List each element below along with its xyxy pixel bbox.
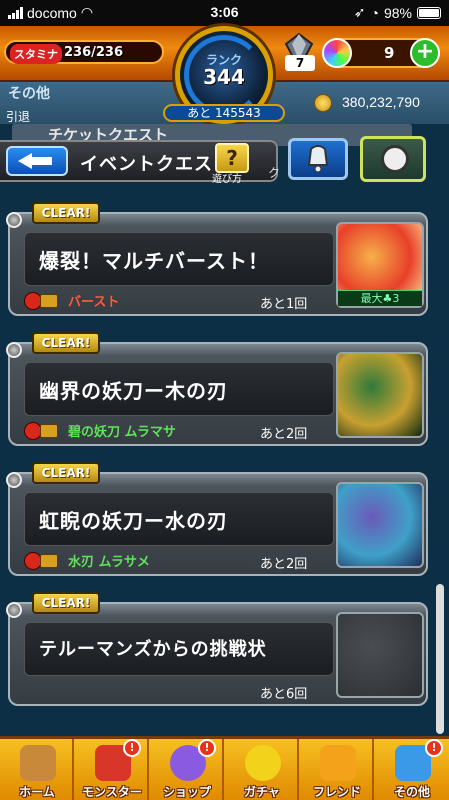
- boss-name: 水刃 ムラサメ: [68, 555, 150, 570]
- monster-portrait: [336, 482, 424, 568]
- nav-label: その他: [393, 785, 430, 799]
- quest-list: CLEAR! 爆裂！マルチバースト！ バースト あと1回 最大♣3 CLEAR!…: [0, 190, 449, 730]
- treasure-chest-icon: [40, 424, 58, 438]
- nav-other[interactable]: ! その他: [375, 739, 449, 800]
- nav-shop[interactable]: ! ショップ: [150, 739, 224, 800]
- battery-percent: 98%: [383, 4, 412, 21]
- clear-badge: CLEAR!: [32, 592, 100, 614]
- timer-button[interactable]: [360, 136, 426, 182]
- friend-icon: [320, 745, 356, 781]
- orb-count: 9: [384, 44, 395, 62]
- nav-gacha[interactable]: ガチャ: [225, 739, 299, 800]
- battery-icon: [417, 6, 441, 19]
- boss-name: 碧の妖刀 ムラマサ: [68, 425, 176, 440]
- quest-name-box: 幽界の妖刀ー木の刃: [24, 362, 334, 416]
- orb-box: 9 +: [322, 38, 440, 68]
- bell-icon: [307, 145, 329, 173]
- add-orb-button[interactable]: +: [410, 38, 440, 68]
- rank-value: 344: [203, 65, 245, 89]
- scrollbar[interactable]: [436, 584, 444, 734]
- gacha-icon: [245, 745, 281, 781]
- nav-label: ショップ: [162, 785, 211, 799]
- nav-monster[interactable]: ! モンスター: [75, 739, 149, 800]
- quest-name: 幽界の妖刀ー木の刃: [39, 379, 228, 403]
- quest-name: テルーマンズからの挑戦状: [39, 639, 267, 660]
- bottom-nav: ホーム ! モンスター ! ショップ ガチャ フレンド ! その他: [0, 736, 449, 800]
- quest-icons: [24, 292, 64, 310]
- quest-icons: [24, 552, 64, 570]
- stamina-value: 236/236: [64, 45, 124, 60]
- clear-badge: CLEAR!: [32, 332, 100, 354]
- clock-icon: [381, 145, 409, 173]
- stamina-box: スタミナ 236/236: [4, 40, 164, 64]
- remaining-count: あと2回: [260, 427, 308, 442]
- quest-name-box: テルーマンズからの挑戦状: [24, 622, 334, 676]
- nav-home[interactable]: ホーム: [0, 739, 74, 800]
- pin-icon: [6, 602, 22, 618]
- alert-badge: !: [123, 739, 141, 757]
- retire-label: 引退: [6, 110, 31, 124]
- pin-icon: [6, 342, 22, 358]
- hidden-label: ク: [268, 166, 281, 180]
- pin-icon: [6, 212, 22, 228]
- nav-label: ガチャ: [244, 785, 280, 799]
- treasure-chest-icon: [40, 554, 58, 568]
- coin-icon: [314, 94, 332, 112]
- quest-name: 虹睨の妖刀ー水の刃: [39, 509, 228, 533]
- clear-badge: CLEAR!: [32, 202, 100, 224]
- orientation-lock-icon: ◔: [370, 4, 379, 21]
- pin-icon: [6, 472, 22, 488]
- treasure-chest-icon: [40, 294, 58, 308]
- alert-badge: !: [198, 739, 216, 757]
- home-icon: [20, 745, 56, 781]
- page-title: イベントクエスト: [80, 154, 232, 175]
- orb-icon: [322, 38, 352, 68]
- notification-bell-button[interactable]: [288, 138, 348, 180]
- monster-portrait: [336, 352, 424, 438]
- quest-card[interactable]: CLEAR! テルーマンズからの挑戦状 あと6回: [6, 592, 428, 706]
- back-button[interactable]: [6, 146, 68, 176]
- nav-label: フレンド: [312, 785, 361, 799]
- nav-label: モンスター: [82, 785, 142, 799]
- location-icon: ➶: [353, 4, 366, 20]
- locked-portrait: [336, 612, 424, 698]
- quest-name-box: 虹睨の妖刀ー水の刃: [24, 492, 334, 546]
- coin-value: 380,232,790: [342, 94, 420, 110]
- remaining-count: あと6回: [260, 687, 308, 702]
- max-badge: 最大♣3: [338, 290, 422, 306]
- quest-name: 爆裂！マルチバースト！: [39, 249, 269, 273]
- boss-name: バースト: [68, 295, 120, 310]
- quest-card[interactable]: CLEAR! 幽界の妖刀ー木の刃 碧の妖刀 ムラマサ あと2回: [6, 332, 428, 446]
- quest-card[interactable]: CLEAR! 爆裂！マルチバースト！ バースト あと1回 最大♣3: [6, 202, 428, 316]
- status-icons: ➶ ◔ 98%: [354, 4, 441, 21]
- help-button[interactable]: ?: [215, 143, 249, 173]
- quest-name-box: 爆裂！マルチバースト！: [24, 232, 334, 286]
- stamina-label: スタミナ: [10, 44, 62, 64]
- nav-label: ホーム: [19, 785, 55, 799]
- remaining-count: あと1回: [260, 297, 308, 312]
- remaining-count: あと2回: [260, 557, 308, 572]
- status-bar: docomo ◠ 3:06 ➶ ◔ 98%: [0, 0, 449, 26]
- clear-badge: CLEAR!: [32, 462, 100, 484]
- monster-portrait: 最大♣3: [336, 222, 424, 308]
- nav-friend[interactable]: フレンド: [300, 739, 374, 800]
- alert-badge: !: [425, 739, 443, 757]
- quest-card[interactable]: CLEAR! 虹睨の妖刀ー水の刃 水刃 ムラサメ あと2回: [6, 462, 428, 576]
- quest-icons: [24, 422, 64, 440]
- help-label: 遊び方: [212, 174, 242, 185]
- exp-to-next: あと 145543: [163, 104, 285, 122]
- gem-count: 7: [285, 55, 315, 71]
- sub-header-title: その他: [8, 86, 50, 102]
